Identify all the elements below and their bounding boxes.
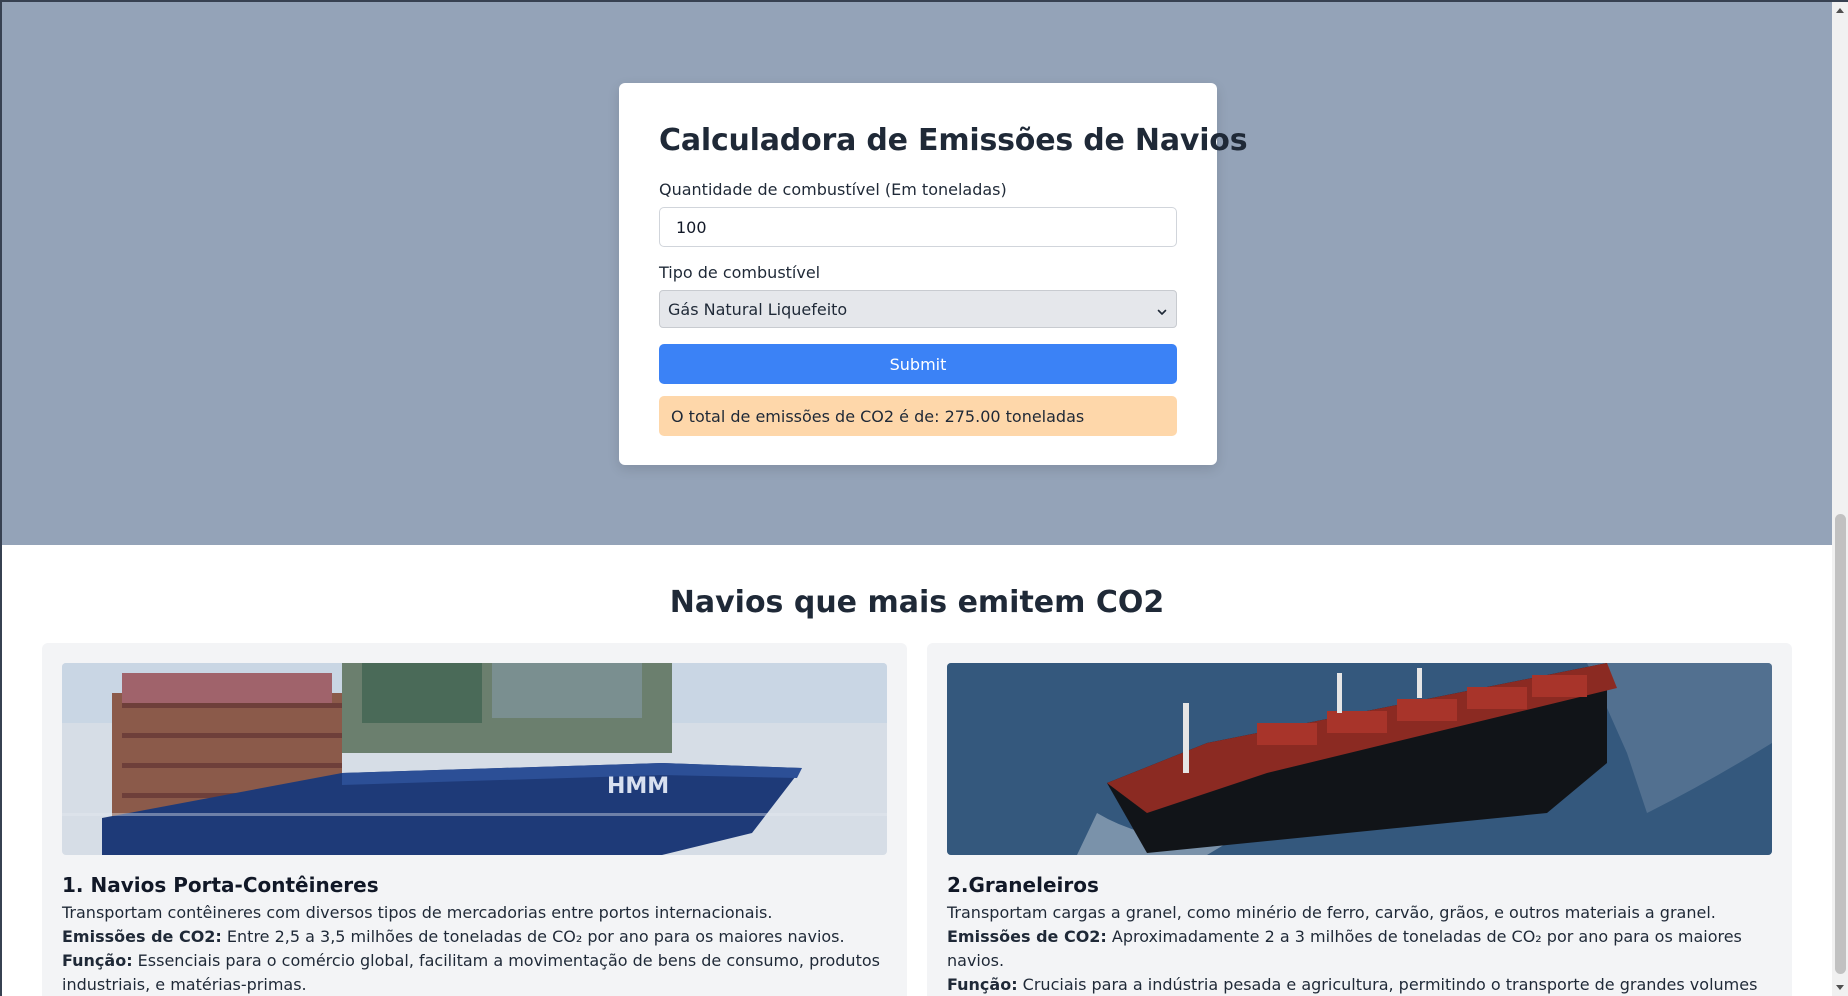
bulk-carrier-image bbox=[947, 663, 1772, 855]
svg-text:HMM: HMM bbox=[607, 774, 669, 799]
function-value: Essenciais para o comércio global, facil… bbox=[62, 951, 880, 994]
function-label: Função: bbox=[947, 975, 1018, 994]
fuel-amount-value: 100 bbox=[676, 217, 707, 237]
emissions-label: Emissões de CO2: bbox=[62, 927, 222, 946]
ships-section-title: Navios que mais emitem CO2 bbox=[669, 585, 1165, 620]
calculator-title: Calculadora de Emissões de Navios bbox=[659, 123, 1248, 158]
ship-card-function: Função: Cruciais para a indústria pesada… bbox=[947, 973, 1772, 996]
submit-button[interactable]: Submit bbox=[659, 344, 1177, 384]
hero-section: Calculadora de Emissões de Navios Quanti… bbox=[2, 2, 1832, 545]
ship-card-bulk: 2.Graneleiros Transportam cargas a grane… bbox=[927, 643, 1792, 996]
fuel-amount-input[interactable]: 100 bbox=[659, 207, 1177, 247]
function-value: Cruciais para a indústria pesada e agric… bbox=[1022, 975, 1758, 994]
ship-card-title: 2.Graneleiros bbox=[947, 873, 1099, 897]
scrollbar-thumb[interactable] bbox=[1835, 514, 1846, 974]
scroll-down-icon[interactable] bbox=[1836, 985, 1844, 990]
ship-card-description: Transportam contêineres com diversos tip… bbox=[62, 903, 773, 922]
ship-card-container: HMM 1. Navios Porta-Contêineres Transpor… bbox=[42, 643, 907, 996]
vertical-scrollbar[interactable] bbox=[1832, 2, 1848, 996]
ship-card-description: Transportam cargas a granel, como minéri… bbox=[947, 903, 1716, 922]
emissions-value: Entre 2,5 a 3,5 milhões de toneladas de … bbox=[221, 927, 845, 946]
ships-section: Navios que mais emitem CO2 HMM 1. Navios… bbox=[2, 545, 1832, 996]
ship-card-emissions: Emissões de CO2: Aproximadamente 2 a 3 m… bbox=[947, 925, 1772, 973]
calculator-card: Calculadora de Emissões de Navios Quanti… bbox=[619, 83, 1248, 465]
result-message: O total de emissões de CO2 é de: 275.00 … bbox=[659, 396, 1177, 436]
ship-card-title: 1. Navios Porta-Contêineres bbox=[62, 873, 379, 897]
fuel-type-select[interactable]: Gás Natural Liquefeito bbox=[659, 290, 1177, 328]
chevron-down-icon bbox=[1156, 303, 1168, 315]
ship-card-function: Função: Essenciais para o comércio globa… bbox=[62, 949, 887, 996]
scroll-up-icon[interactable] bbox=[1836, 8, 1844, 13]
result-text: O total de emissões de CO2 é de: 275.00 … bbox=[671, 406, 1085, 426]
ship-card-emissions: Emissões de CO2: Entre 2,5 a 3,5 milhões… bbox=[62, 925, 887, 949]
fuel-type-label: Tipo de combustível bbox=[659, 263, 821, 282]
function-label: Função: bbox=[62, 951, 133, 970]
fuel-amount-label: Quantidade de combustível (Em toneladas) bbox=[659, 180, 1007, 199]
container-ship-image: HMM bbox=[62, 663, 887, 855]
emissions-label: Emissões de CO2: bbox=[947, 927, 1107, 946]
fuel-type-selected-value: Gás Natural Liquefeito bbox=[668, 299, 848, 319]
